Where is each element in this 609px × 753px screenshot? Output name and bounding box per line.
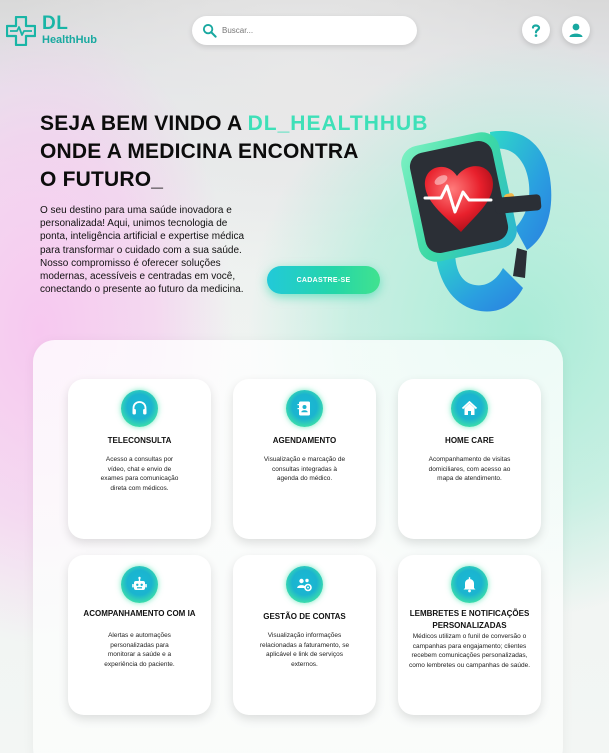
service-title: LEMBRETES E NOTIFICAÇÕES PERSONALIZADAS xyxy=(409,609,530,630)
user-profile-button[interactable] xyxy=(562,16,590,44)
logo-title: DL xyxy=(42,13,69,34)
service-card-gestao-contas[interactable]: GESTÃO DE CONTAS Visualização informaçõe… xyxy=(233,555,376,715)
users-gear-icon xyxy=(297,578,312,592)
service-title: TELECONSULTA xyxy=(107,436,172,445)
service-card-teleconsulta[interactable]: TELECONSULTA Acesso a consultas por víde… xyxy=(68,379,211,539)
logo-subtitle: HealthHub xyxy=(42,34,97,46)
hero-description: O seu destino para uma saúde inovadora e… xyxy=(40,205,244,296)
service-description: Médicos utilizam o funil de conversão o … xyxy=(408,633,531,669)
medical-cross-icon xyxy=(6,16,36,46)
search-icon[interactable] xyxy=(202,23,217,38)
headset-icon xyxy=(132,401,147,415)
logo[interactable]: DL HealthHub xyxy=(6,14,106,46)
search-input[interactable] xyxy=(222,21,402,40)
service-icon-badge xyxy=(121,390,158,427)
service-title: ACOMPANHAMENTO COM IA xyxy=(83,609,196,618)
service-description: Acompanhamento de visitas domiciliares, … xyxy=(428,456,511,482)
service-icon-badge xyxy=(286,390,323,427)
service-title: AGENDAMENTO xyxy=(272,436,337,445)
service-icon-badge xyxy=(121,566,158,603)
search-bar[interactable] xyxy=(192,16,417,45)
service-title: HOME CARE xyxy=(445,436,494,445)
home-icon xyxy=(461,401,478,415)
service-card-lembretes[interactable]: LEMBRETES E NOTIFICAÇÕES PERSONALIZADAS … xyxy=(398,555,541,715)
service-icon-badge xyxy=(286,566,323,603)
service-card-home-care[interactable]: HOME CARE Acompanhamento de visitas domi… xyxy=(398,379,541,539)
user-icon xyxy=(569,23,583,37)
robot-icon xyxy=(132,576,147,590)
hero-title-prefix: SEJA BEM VINDO A xyxy=(40,112,248,135)
service-description: Acesso a consultas por vídeo, chat e env… xyxy=(100,456,179,492)
service-card-acompanhamento-ia[interactable]: ACOMPANHAMENTO COM IA Alertas e automaçõ… xyxy=(68,555,211,715)
help-button[interactable] xyxy=(522,16,550,44)
top-bar: DL HealthHub xyxy=(0,0,609,62)
service-title: GESTÃO DE CONTAS xyxy=(263,612,346,621)
service-description: Visualização e marcação de consultas int… xyxy=(263,456,346,482)
service-description: Visualização informações relacionadas a … xyxy=(259,632,350,668)
signup-button[interactable]: CADASTRE-SE xyxy=(267,266,380,294)
smartwatch-heart-illustration xyxy=(401,130,552,312)
help-icon xyxy=(531,24,541,37)
service-description: Alertas e automações personalizadas para… xyxy=(104,632,175,668)
contact-book-icon xyxy=(297,401,310,416)
service-icon-badge xyxy=(451,390,488,427)
service-card-agendamento[interactable]: AGENDAMENTO Visualização e marcação de c… xyxy=(233,379,376,539)
bell-icon xyxy=(463,577,476,593)
service-icon-badge xyxy=(451,566,488,603)
